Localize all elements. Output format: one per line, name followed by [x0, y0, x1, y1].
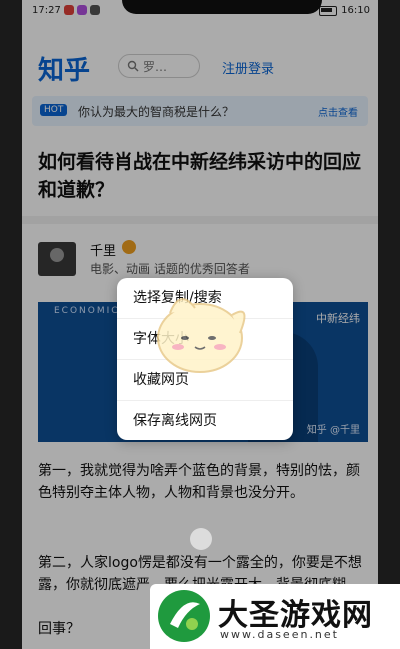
phone-frame: 17:27 HD 16:10 知乎 罗… 注册登录 — [0, 0, 400, 649]
site-url: www.daseen.net — [220, 628, 339, 641]
menu-item-save-offline[interactable]: 保存离线网页 — [117, 401, 293, 440]
mascot-icon — [157, 298, 246, 373]
screen: 17:27 HD 16:10 知乎 罗… 注册登录 — [22, 0, 378, 649]
site-logo-icon — [158, 590, 210, 642]
camera-notch — [122, 0, 322, 14]
assistive-touch-button[interactable] — [190, 528, 212, 550]
site-watermark: 大圣游戏网 www.daseen.net — [150, 584, 400, 649]
